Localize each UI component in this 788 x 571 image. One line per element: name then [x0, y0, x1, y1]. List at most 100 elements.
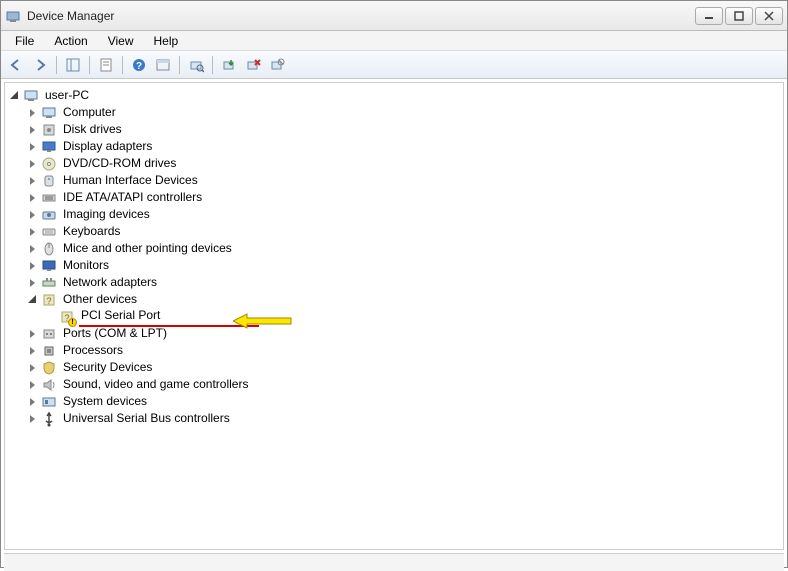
close-button[interactable] [755, 7, 783, 25]
forward-button[interactable] [29, 54, 51, 76]
tree-node[interactable]: Disk drives [7, 121, 781, 138]
tree-node-label[interactable]: Display adapters [61, 138, 154, 155]
toolbar-separator [179, 56, 180, 74]
menu-action[interactable]: Action [44, 32, 97, 50]
action-button[interactable] [152, 54, 174, 76]
tree-node[interactable]: ?!PCI Serial Port [7, 308, 781, 325]
tree-node-label[interactable]: Other devices [61, 291, 139, 308]
tree-node-label[interactable]: System devices [61, 393, 149, 410]
titlebar: Device Manager [1, 1, 787, 31]
show-hide-tree-button[interactable] [62, 54, 84, 76]
maximize-button[interactable] [725, 7, 753, 25]
expander-closed[interactable] [25, 361, 39, 375]
usb-icon [41, 411, 57, 427]
expander-closed[interactable] [25, 208, 39, 222]
expander-closed[interactable] [25, 378, 39, 392]
monitor-icon [41, 258, 57, 274]
update-driver-button[interactable] [218, 54, 240, 76]
app-icon [5, 8, 21, 24]
scan-hardware-button[interactable] [185, 54, 207, 76]
properties-button[interactable] [95, 54, 117, 76]
back-button[interactable] [5, 54, 27, 76]
expander-closed[interactable] [43, 310, 57, 324]
tree-node[interactable]: IDE ATA/ATAPI controllers [7, 189, 781, 206]
uninstall-button[interactable] [242, 54, 264, 76]
tree-node[interactable]: System devices [7, 393, 781, 410]
toolbar-separator [122, 56, 123, 74]
toolbar: ? [1, 51, 787, 79]
expander-closed[interactable] [25, 242, 39, 256]
expander-open[interactable] [7, 89, 21, 103]
tree-node[interactable]: Network adapters [7, 274, 781, 291]
expander-closed[interactable] [25, 157, 39, 171]
tree-root-label[interactable]: user-PC [43, 87, 91, 104]
tree-node[interactable]: Monitors [7, 257, 781, 274]
tree-node[interactable]: Sound, video and game controllers [7, 376, 781, 393]
tree-node-label[interactable]: Sound, video and game controllers [61, 376, 250, 393]
tree-node[interactable]: Processors [7, 342, 781, 359]
tree-node[interactable]: ? Other devices [7, 291, 781, 308]
tree-node-label[interactable]: Keyboards [61, 223, 122, 240]
menu-view[interactable]: View [98, 32, 144, 50]
tree-node-label[interactable]: Mice and other pointing devices [61, 240, 234, 257]
statusbar [4, 553, 784, 571]
expander-closed[interactable] [25, 106, 39, 120]
expander-closed[interactable] [25, 344, 39, 358]
tree-node-label[interactable]: Universal Serial Bus controllers [61, 410, 232, 427]
tree-node[interactable]: Security Devices [7, 359, 781, 376]
expander-closed[interactable] [25, 225, 39, 239]
system-icon [41, 394, 57, 410]
tree-node-label[interactable]: Ports (COM & LPT) [61, 325, 169, 342]
expander-open[interactable] [25, 293, 39, 307]
keyboard-icon [41, 224, 57, 240]
menu-help[interactable]: Help [144, 32, 189, 50]
computer-icon [41, 105, 57, 121]
expander-closed[interactable] [25, 174, 39, 188]
tree-node[interactable]: Computer [7, 104, 781, 121]
imaging-icon [41, 207, 57, 223]
tree-node-label[interactable]: DVD/CD-ROM drives [61, 155, 178, 172]
menu-file[interactable]: File [5, 32, 44, 50]
tree-node[interactable]: Mice and other pointing devices [7, 240, 781, 257]
tree-node[interactable]: DVD/CD-ROM drives [7, 155, 781, 172]
expander-closed[interactable] [25, 140, 39, 154]
device-tree-panel[interactable]: user-PCComputerDisk drivesDisplay adapte… [4, 82, 784, 550]
ports-icon [41, 326, 57, 342]
menubar: File Action View Help [1, 31, 787, 51]
mouse-icon [41, 241, 57, 257]
tree-node[interactable]: Ports (COM & LPT) [7, 325, 781, 342]
expander-closed[interactable] [25, 327, 39, 341]
tree-node-label[interactable]: Network adapters [61, 274, 159, 291]
disable-button[interactable] [266, 54, 288, 76]
expander-closed[interactable] [25, 412, 39, 426]
expander-closed[interactable] [25, 123, 39, 137]
tree-node-label[interactable]: Monitors [61, 257, 111, 274]
tree-node-label[interactable]: IDE ATA/ATAPI controllers [61, 189, 204, 206]
expander-closed[interactable] [25, 276, 39, 290]
tree-node[interactable]: Universal Serial Bus controllers [7, 410, 781, 427]
expander-closed[interactable] [25, 191, 39, 205]
tree-node-label[interactable]: PCI Serial Port [79, 308, 162, 322]
minimize-button[interactable] [695, 7, 723, 25]
display-icon [41, 139, 57, 155]
svg-text:?: ? [46, 296, 51, 306]
sound-icon [41, 377, 57, 393]
dvd-icon [41, 156, 57, 172]
disk-icon [41, 122, 57, 138]
tree-node[interactable]: Human Interface Devices [7, 172, 781, 189]
tree-node[interactable]: Imaging devices [7, 206, 781, 223]
tree-node[interactable]: Display adapters [7, 138, 781, 155]
tree-root-node[interactable]: user-PC [7, 87, 781, 104]
window-title: Device Manager [27, 9, 695, 23]
tree-node-label[interactable]: Human Interface Devices [61, 172, 200, 189]
tree-node-label[interactable]: Computer [61, 104, 118, 121]
tree-node-label[interactable]: Imaging devices [61, 206, 152, 223]
expander-closed[interactable] [25, 395, 39, 409]
expander-closed[interactable] [25, 259, 39, 273]
tree-node-label[interactable]: Processors [61, 342, 125, 359]
computer-icon [23, 88, 39, 104]
help-button[interactable]: ? [128, 54, 150, 76]
tree-node-label[interactable]: Disk drives [61, 121, 124, 138]
tree-node-label[interactable]: Security Devices [61, 359, 154, 376]
tree-node[interactable]: Keyboards [7, 223, 781, 240]
